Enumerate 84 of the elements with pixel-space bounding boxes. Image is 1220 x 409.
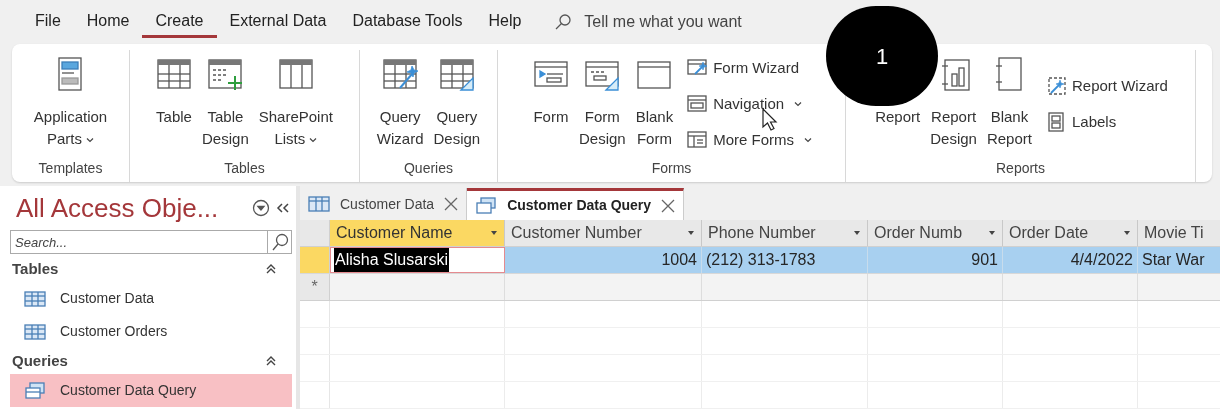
ribbon-button[interactable]: Form Wizard xyxy=(685,53,815,83)
document-tab[interactable]: Customer Data Query xyxy=(467,188,685,220)
query-icon xyxy=(475,196,498,215)
ribbon-button[interactable]: Query Wizard xyxy=(376,106,424,150)
menu-tab[interactable]: Database Tools xyxy=(339,6,476,38)
labels-icon xyxy=(1045,112,1066,132)
collapse-chevron-icon xyxy=(266,356,276,366)
dropdown-icon xyxy=(794,101,803,107)
report-wizard-icon xyxy=(1045,76,1066,96)
group-label: Tables xyxy=(224,159,265,178)
table-cell: 4/4/2022 xyxy=(1003,247,1138,273)
dropdown-icon xyxy=(687,230,695,236)
menu-tab[interactable]: External Data xyxy=(216,6,340,38)
dropdown-icon xyxy=(490,230,498,236)
column-header[interactable]: Movie Ti xyxy=(1138,220,1220,246)
table-design-icon xyxy=(207,56,244,92)
column-header[interactable]: Customer Number xyxy=(505,220,702,246)
search-field[interactable]: Search... xyxy=(10,230,268,254)
column-header[interactable]: Order Numb xyxy=(868,220,1003,246)
ribbon-button[interactable]: Table Design xyxy=(202,106,249,150)
navigation-form-icon xyxy=(687,94,708,114)
ribbon-button[interactable]: Blank Report xyxy=(986,106,1032,150)
ribbon-button[interactable]: Blank Form xyxy=(635,106,674,150)
collapse-chevron-icon xyxy=(266,264,276,274)
menu-tab[interactable]: Help xyxy=(475,6,535,38)
search-button[interactable] xyxy=(268,230,292,254)
column-header[interactable]: Customer Name xyxy=(330,220,505,246)
group-label: Templates xyxy=(38,159,103,178)
table-icon xyxy=(24,289,46,308)
double-chevron-icon xyxy=(276,202,290,214)
group-label: Queries xyxy=(404,159,453,178)
ribbon-button[interactable]: Report xyxy=(875,106,921,128)
query-icon xyxy=(24,381,46,400)
nav-options-button[interactable] xyxy=(252,199,270,217)
nav-section-header[interactable]: Tables xyxy=(10,256,292,282)
table-cell: 901 xyxy=(868,247,1003,273)
ribbon-button[interactable]: Form Design xyxy=(578,106,626,150)
search-icon xyxy=(554,13,573,31)
table-icon xyxy=(156,56,193,92)
menu-tab[interactable]: Create xyxy=(142,6,217,38)
dropdown-icon xyxy=(252,199,270,217)
nav-pane-title: All Access Obje... xyxy=(16,191,220,225)
close-icon xyxy=(444,197,459,211)
table-icon xyxy=(308,195,330,213)
ribbon-button[interactable]: Report Wizard xyxy=(1043,71,1170,101)
ribbon-button[interactable]: Report Design xyxy=(930,106,977,150)
ribbon-button[interactable]: Form xyxy=(533,106,569,128)
dropdown-icon xyxy=(853,230,861,236)
ribbon-button[interactable]: Query Design xyxy=(433,106,481,150)
ribbon-button[interactable]: Application Parts xyxy=(33,106,108,150)
new-record-marker: * xyxy=(300,274,330,300)
nav-item[interactable]: Customer Orders xyxy=(10,315,292,348)
selected-text: Alisha Slusarski xyxy=(334,248,449,272)
dropdown-icon xyxy=(1123,230,1131,236)
group-label: Reports xyxy=(996,159,1045,178)
form-wizard-icon xyxy=(687,58,708,78)
query-design-icon xyxy=(438,56,475,92)
nav-section-header[interactable]: Queries xyxy=(10,348,292,374)
column-header[interactable]: Phone Number xyxy=(702,220,868,246)
ribbon-button[interactable]: Labels xyxy=(1043,107,1170,137)
table-icon xyxy=(24,322,46,341)
table-cell: (212) 313-1783 xyxy=(702,247,868,273)
dropdown-icon xyxy=(988,230,996,236)
tell-me-field[interactable]: Tell me what you want xyxy=(584,10,755,34)
nav-item[interactable]: Customer Data xyxy=(10,282,292,315)
ribbon-button[interactable]: Table xyxy=(156,106,192,128)
collapse-pane-button[interactable] xyxy=(276,202,290,214)
dropdown-icon xyxy=(86,137,94,144)
search-icon xyxy=(270,233,289,251)
close-icon xyxy=(661,198,676,213)
ribbon-button[interactable]: SharePoint Lists xyxy=(258,106,333,150)
dropdown-icon xyxy=(804,137,813,143)
nav-item[interactable]: Customer Data Query xyxy=(10,374,292,407)
ribbon-button[interactable]: More Forms xyxy=(685,125,815,155)
column-header[interactable]: Order Date xyxy=(1003,220,1138,246)
menu-tab[interactable]: File xyxy=(22,6,74,38)
group-label: Forms xyxy=(651,159,692,178)
more-forms-icon xyxy=(687,130,708,150)
menu-tab[interactable]: Home xyxy=(73,6,143,38)
sharepoint-lists-icon xyxy=(277,56,314,92)
table-cell: 1004 xyxy=(505,247,702,273)
table-cell: Star War xyxy=(1138,247,1220,273)
query-wizard-icon xyxy=(382,56,419,92)
dropdown-icon xyxy=(309,137,318,144)
